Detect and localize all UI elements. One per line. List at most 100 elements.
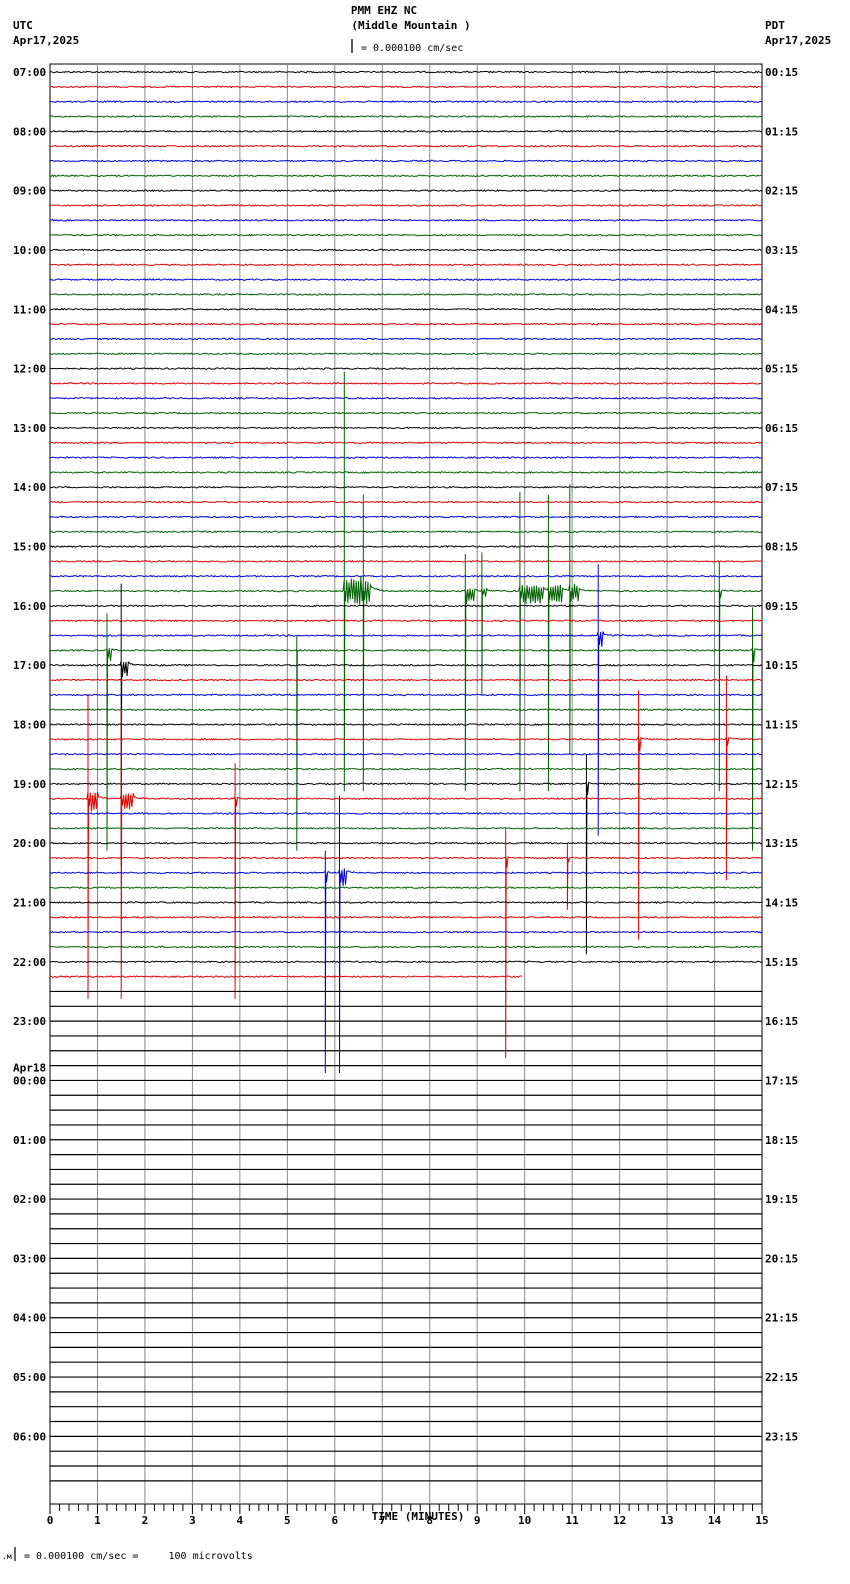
utc-hour-label: 12:00: [13, 363, 46, 376]
seismic-trace: [49, 723, 763, 726]
utc-hour-label: 22:00: [13, 956, 46, 969]
right-timezone: PDT: [765, 19, 785, 32]
seismic-trace: [49, 218, 763, 222]
seismic-trace: [49, 85, 763, 89]
seismic-trace: [49, 901, 763, 904]
utc-hour-label: 15:00: [13, 541, 46, 554]
seismic-trace: [49, 945, 763, 949]
pdt-hour-label: 07:15: [765, 481, 798, 494]
seismic-trace: [50, 396, 763, 400]
station-title: PMM EHZ NC: [351, 4, 417, 17]
seismic-trace: [49, 278, 763, 281]
pdt-hour-label: 03:15: [765, 244, 798, 257]
utc-hour-label: 23:00: [13, 1015, 46, 1028]
pdt-hour-label: 14:15: [765, 896, 798, 909]
pdt-hour-label: 10:15: [765, 659, 798, 672]
utc-hour-label: 13:00: [13, 422, 46, 435]
utc-hour-label: 20:00: [13, 837, 46, 850]
seismic-trace: [49, 574, 763, 578]
seismic-trace: [49, 337, 763, 341]
seismic-trace: [49, 367, 763, 371]
x-tick-label: 9: [474, 1514, 481, 1527]
utc-hour-label: 03:00: [13, 1252, 46, 1265]
seismic-trace: [49, 248, 763, 252]
seismic-trace: [49, 694, 763, 999]
x-axis-label: TIME (MINUTES): [372, 1510, 465, 1523]
seismic-trace: [49, 426, 763, 430]
utc-hour-label: 19:00: [13, 778, 46, 791]
x-tick-label: 3: [189, 1514, 196, 1527]
seismic-trace: [49, 470, 763, 474]
x-tick-label: 0: [47, 1514, 54, 1527]
seismic-trace: [49, 530, 763, 534]
pdt-hour-label: 23:15: [765, 1430, 798, 1443]
x-tick-label: 12: [613, 1514, 626, 1527]
seismic-trace: [49, 826, 763, 830]
seismic-trace: [49, 767, 763, 771]
x-tick-label: 6: [331, 1514, 338, 1527]
seismic-trace: [49, 159, 763, 163]
x-tick-label: 5: [284, 1514, 291, 1527]
seismic-trace: [49, 515, 763, 519]
seismic-trace: [49, 559, 763, 563]
x-tick-label: 1: [94, 1514, 101, 1527]
seismic-trace: [49, 293, 763, 296]
utc-hour-label: 17:00: [13, 659, 46, 672]
pdt-hour-label: 02:15: [765, 185, 798, 198]
seismic-trace: [49, 174, 763, 178]
footer-scale-note: = 0.000100 cm/sec = 100 microvolts: [24, 1551, 253, 1562]
seismic-trace: [49, 604, 763, 608]
seismic-trace: [49, 411, 763, 415]
x-tick-label: 11: [566, 1514, 580, 1527]
pdt-hour-label: 01:15: [765, 125, 798, 138]
pdt-hour-label: 17:15: [765, 1074, 798, 1087]
utc-hour-label: 01:00: [13, 1134, 46, 1147]
utc-hour-label: 10:00: [13, 244, 46, 257]
seismic-trace: [49, 795, 763, 1074]
seismic-trace: [49, 189, 763, 193]
pdt-hour-label: 16:15: [765, 1015, 798, 1028]
seismic-trace: [49, 204, 763, 207]
utc-date-label: Apr18: [13, 1061, 46, 1074]
pdt-hour-label: 04:15: [765, 303, 798, 316]
seismic-trace: [49, 752, 763, 756]
left-date: Apr17,2025: [13, 34, 79, 47]
left-timezone: UTC: [13, 19, 33, 32]
seismic-trace: [49, 812, 763, 815]
x-tick-label: 13: [660, 1514, 673, 1527]
utc-hour-label: 04:00: [13, 1312, 46, 1325]
right-date: Apr17,2025: [765, 34, 831, 47]
seismic-trace: [49, 100, 763, 104]
utc-hour-label: 11:00: [13, 303, 46, 316]
pdt-hour-label: 18:15: [765, 1134, 798, 1147]
helicorder-plot: PMM EHZ NC (Middle Mountain ) = 0.000100…: [2, 4, 831, 1562]
pdt-hour-label: 06:15: [765, 422, 798, 435]
seismic-trace: [49, 233, 763, 237]
x-tick-label: 15: [755, 1514, 768, 1527]
seismic-trace: [49, 930, 763, 934]
utc-hour-label: 05:00: [13, 1371, 46, 1384]
seismic-trace: [49, 500, 763, 504]
utc-hour-label: 18:00: [13, 719, 46, 732]
seismic-trace: [49, 144, 763, 148]
utc-hour-label: 02:00: [13, 1193, 46, 1206]
scale-label: = 0.000100 cm/sec: [361, 43, 463, 54]
seismic-trace: [49, 675, 763, 940]
utc-hour-label: 16:00: [13, 600, 46, 613]
seismic-trace: [49, 371, 763, 792]
seismic-trace: [49, 708, 763, 712]
station-subtitle: (Middle Mountain ): [351, 19, 470, 32]
seismic-trace: [49, 828, 763, 1059]
utc-hour-label: 21:00: [13, 896, 46, 909]
x-tick-label: 10: [518, 1514, 531, 1527]
seismic-trace: [49, 678, 763, 682]
seismic-trace: [49, 841, 763, 845]
seismic-trace: [49, 886, 763, 890]
seismic-trace: [49, 960, 763, 964]
utc-hour-label: 14:00: [13, 481, 46, 494]
seismic-trace: [49, 619, 763, 623]
seismic-trace: [49, 322, 763, 326]
seismic-trace: [49, 693, 763, 697]
pdt-hour-label: 09:15: [765, 600, 798, 613]
pdt-hour-label: 13:15: [765, 837, 798, 850]
